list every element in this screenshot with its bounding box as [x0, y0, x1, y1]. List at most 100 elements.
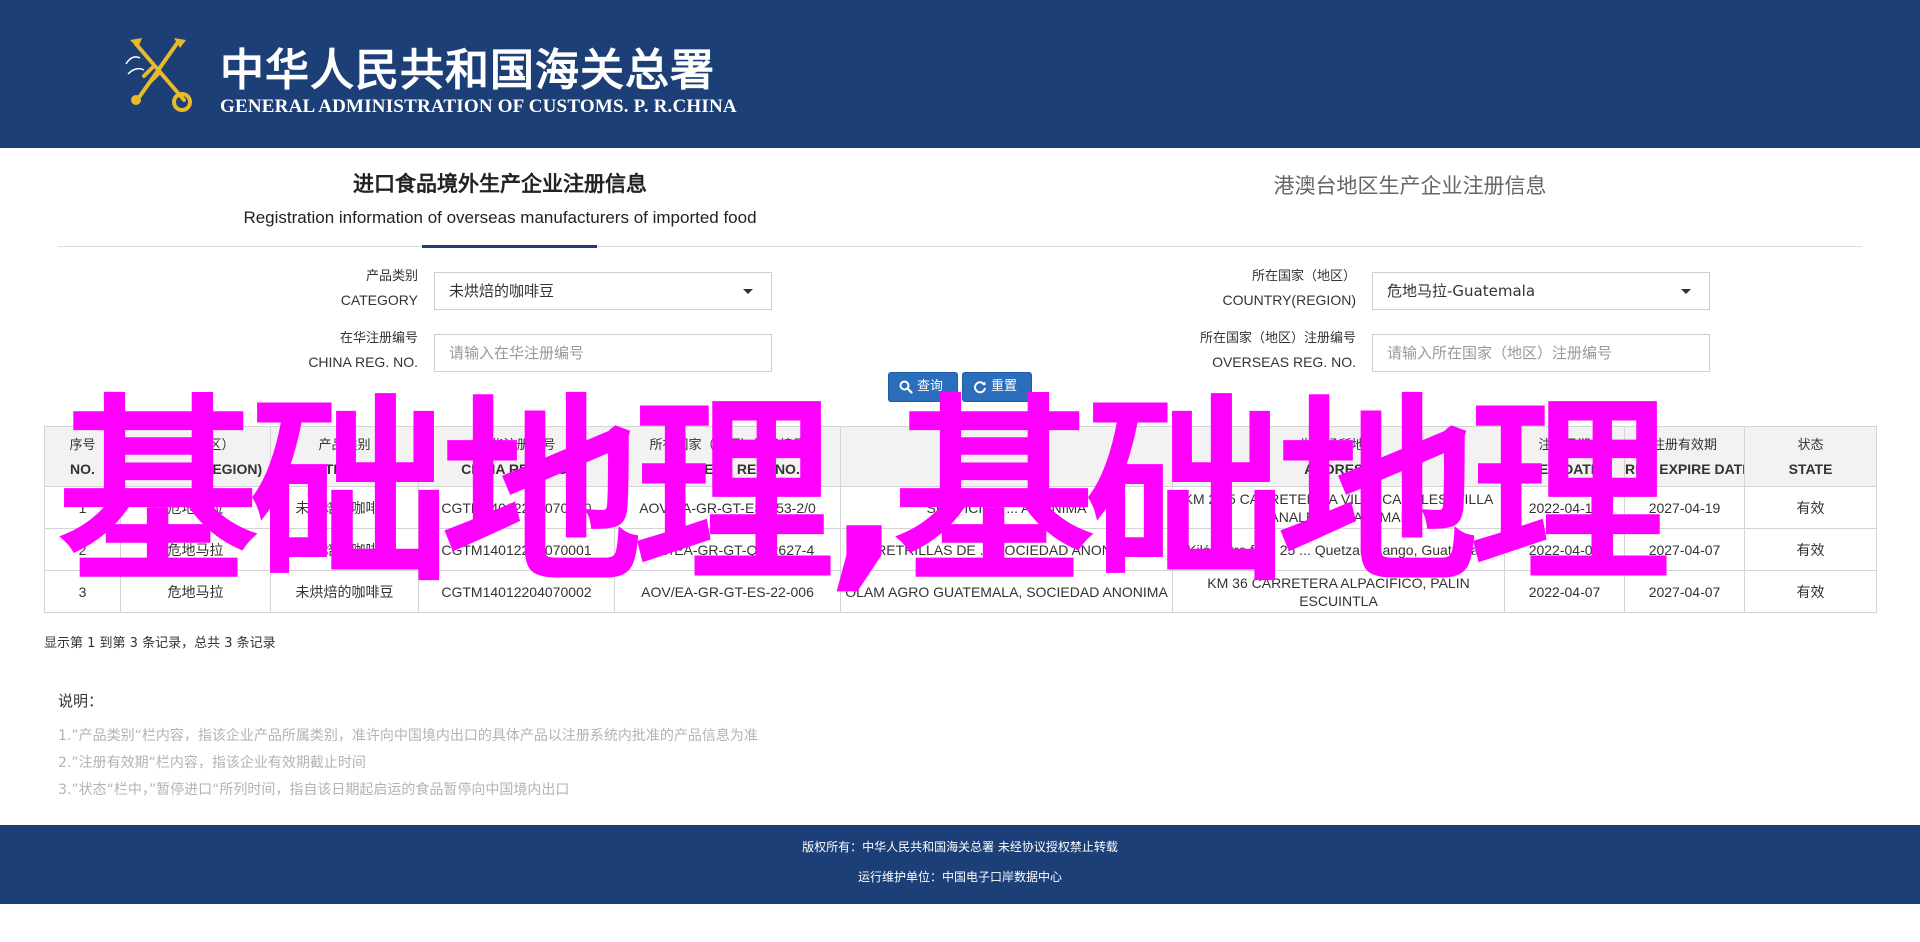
header-en: COUNTRY(REGION) — [128, 460, 263, 477]
tab-label-cn: 港澳台地区生产企业注册信息 — [1273, 174, 1547, 198]
site-title-en: GENERAL ADMINISTRATION OF CUSTOMS. P. R.… — [220, 96, 737, 117]
overseas-reg-input[interactable]: 请输入所在国家（地区）注册编号 — [1372, 334, 1710, 372]
pagination-summary: 显示第 1 到第 3 条记录，总共 3 条记录 — [44, 636, 276, 651]
cell-country: 危地马拉 — [120, 528, 271, 571]
header-en: CATEGORY — [305, 460, 384, 477]
header-cn: 在华注册编号 — [477, 436, 556, 452]
country-label: 所在国家（地区） COUNTRY(REGION) — [1100, 264, 1356, 312]
cell-overseas-reg: AOV/EA-GR-GT-QZ-2627-4 — [614, 528, 841, 571]
header-cn: 注册日期 — [1538, 436, 1591, 452]
china-reg-placeholder: 请输入在华注册编号 — [449, 344, 585, 362]
header-state[interactable]: 状态 STATE — [1744, 426, 1877, 487]
results-table: 序号 NO. 国家（地区） COUNTRY(REGION) 产品类别 CATEGORY… — [44, 426, 1877, 613]
category-select[interactable]: 未烘焙的咖啡豆 — [434, 272, 772, 310]
cell-name: SERVICIOS ... ANONIMA — [840, 486, 1173, 529]
china-reg-label-cn: 在华注册编号 — [339, 330, 418, 345]
tab-overseas-manufacturers[interactable]: 进口食品境外生产企业注册信息 Registration information … — [200, 168, 800, 228]
cell-address: Kilómetro final 25 ... Quetzaltenango, G… — [1172, 528, 1505, 571]
cell-category: 未烘焙的咖啡豆 — [270, 528, 419, 571]
tab-divider — [58, 246, 1862, 247]
cell-expire-date: 2027-04-07 — [1624, 528, 1745, 571]
site-title-cn: 中华人民共和国海关总署 — [220, 45, 715, 96]
cell-overseas-reg: AOV/EA-GR-GT-ES-22-006 — [614, 570, 841, 613]
tab-hk-macao-taiwan[interactable]: 港澳台地区生产企业注册信息 — [1110, 170, 1710, 200]
cell-china-reg: CGTM14012204070000 — [418, 486, 615, 529]
china-reg-input[interactable]: 请输入在华注册编号 — [434, 334, 772, 372]
cell-country: 危地马拉 — [120, 570, 271, 613]
cell-expire-date: 2027-04-07 — [1624, 570, 1745, 613]
site-header: 中华人民共和国海关总署 GENERAL ADMINISTRATION OF CU… — [0, 0, 1920, 148]
cell-address: KM 36 CARRETERA ALPACIFICO, PALIN ESCUIN… — [1172, 570, 1505, 613]
reset-button[interactable]: 重置 — [962, 372, 1032, 402]
header-china-reg[interactable]: 在华注册编号 CHINA REG. NO. — [418, 426, 615, 487]
table-row: 3 危地马拉 未烘焙的咖啡豆 CGTM14012204070002 AOV/EA… — [44, 570, 1877, 613]
reset-button-label: 重置 — [991, 379, 1018, 394]
header-cn: 国家（地区） — [156, 436, 235, 452]
cell-category: 未烘焙的咖啡豆 — [270, 570, 419, 613]
cell-overseas-reg: AOV/EA-GR-GT-ES-253-2/0 — [614, 486, 841, 529]
site-footer: 版权所有：中华人民共和国海关总署 未经协议授权禁止转载 运行维护单位：中国电子口… — [0, 825, 1920, 904]
overseas-reg-label: 所在国家（地区）注册编号 OVERSEAS REG. NO. — [1100, 326, 1356, 374]
notes-section: 说明： 1.”产品类别“栏内容，指该企业产品所属类别，准许向中国境内出口的具体产… — [58, 690, 758, 804]
note-item: 1.”产品类别“栏内容，指该企业产品所属类别，准许向中国境内出口的具体产品以注册… — [58, 728, 758, 744]
header-no[interactable]: 序号 NO. — [44, 426, 121, 487]
cell-no: 3 — [44, 570, 121, 613]
header-cn: 生产场所地址 — [1299, 436, 1378, 452]
category-label-cn: 产品类别 — [365, 268, 418, 283]
cell-china-reg: CGTM14012204070001 — [418, 528, 615, 571]
header-cn: 状态 — [1797, 436, 1824, 452]
cell-no: 1 — [44, 486, 121, 529]
header-en: ADDRESS — [1304, 460, 1373, 477]
tab-label-cn: 进口食品境外生产企业注册信息 — [353, 171, 647, 196]
cell-state: 有效 — [1744, 528, 1877, 571]
cell-reg-date: 2022-04-07 — [1504, 570, 1625, 613]
cell-address: KM 21.5 CARRETERA A VILLA CANALES, VILLA… — [1172, 486, 1505, 529]
cell-reg-date: 2022-04-07 — [1504, 528, 1625, 571]
cell-state: 有效 — [1744, 486, 1877, 529]
header-country[interactable]: 国家（地区） COUNTRY(REGION) — [120, 426, 271, 487]
notes-title: 说明： — [58, 692, 104, 710]
header-category[interactable]: 产品类别 CATEGORY — [270, 426, 419, 487]
table-row: 2 危地马拉 未烘焙的咖啡豆 CGTM14012204070001 AOV/EA… — [44, 528, 1877, 571]
header-en: STATE — [1788, 460, 1833, 477]
country-label-en: COUNTRY(REGION) — [1222, 292, 1356, 308]
country-label-cn: 所在国家（地区） — [1251, 268, 1356, 283]
header-cn: 产品类别 — [318, 436, 371, 452]
footer-maintainer: 运行维护单位：中国电子口岸数据中心 — [857, 870, 1062, 884]
category-select-value: 未烘焙的咖啡豆 — [449, 282, 555, 300]
category-label: 产品类别 CATEGORY — [240, 264, 418, 312]
country-select-value: 危地马拉-Guatemala — [1387, 282, 1536, 300]
category-label-en: CATEGORY — [340, 292, 418, 308]
overseas-reg-placeholder: 请输入所在国家（地区）注册编号 — [1387, 344, 1613, 362]
cell-reg-date: 2022-04-19 — [1504, 486, 1625, 529]
header-en: OVERSEAS REG. NO. — [655, 460, 800, 477]
header-en: REG DATE — [1528, 460, 1601, 477]
cell-name: RETRILLAS DE ... SOCIEDAD ANONIMA — [840, 528, 1173, 571]
header-name[interactable]: 企业名称 NAME — [840, 426, 1173, 487]
country-select[interactable]: 危地马拉-Guatemala — [1372, 272, 1710, 310]
china-reg-label: 在华注册编号 CHINA REG. NO. — [240, 326, 418, 374]
header-reg-date[interactable]: 注册日期 REG DATE — [1504, 426, 1625, 487]
cell-category: 未烘焙的咖啡豆 — [270, 486, 419, 529]
header-expire-date[interactable]: 注册有效期 REG EXPIRE DATE — [1624, 426, 1745, 487]
tab-label-en: Registration information of overseas man… — [243, 208, 757, 227]
chevron-down-icon — [1681, 289, 1691, 294]
customs-emblem-icon — [125, 38, 192, 112]
header-overseas-reg[interactable]: 所在国家（地区）注册编号 OVERSEAS REG. NO. — [614, 426, 841, 487]
china-reg-label-en: CHINA REG. NO. — [308, 354, 418, 370]
cell-expire-date: 2027-04-19 — [1624, 486, 1745, 529]
overseas-reg-label-cn: 所在国家（地区）注册编号 — [1199, 330, 1356, 345]
tab-active-indicator — [422, 245, 597, 248]
footer-copyright: 版权所有：中华人民共和国海关总署 未经协议授权禁止转载 — [802, 840, 1118, 854]
header-cn: 所在国家（地区）注册编号 — [649, 436, 806, 452]
chevron-down-icon — [743, 289, 753, 294]
header-en: NO. — [70, 460, 95, 477]
cell-no: 2 — [44, 528, 121, 571]
search-icon — [899, 380, 913, 394]
header-address[interactable]: 生产场所地址 ADDRESS — [1172, 426, 1505, 487]
note-item: 2.”注册有效期“栏内容，指该企业有效期截止时间 — [58, 755, 366, 771]
header-cn: 注册有效期 — [1651, 436, 1717, 452]
overseas-reg-label-en: OVERSEAS REG. NO. — [1212, 354, 1356, 370]
refresh-icon — [974, 381, 986, 394]
search-button[interactable]: 查询 — [888, 372, 958, 402]
